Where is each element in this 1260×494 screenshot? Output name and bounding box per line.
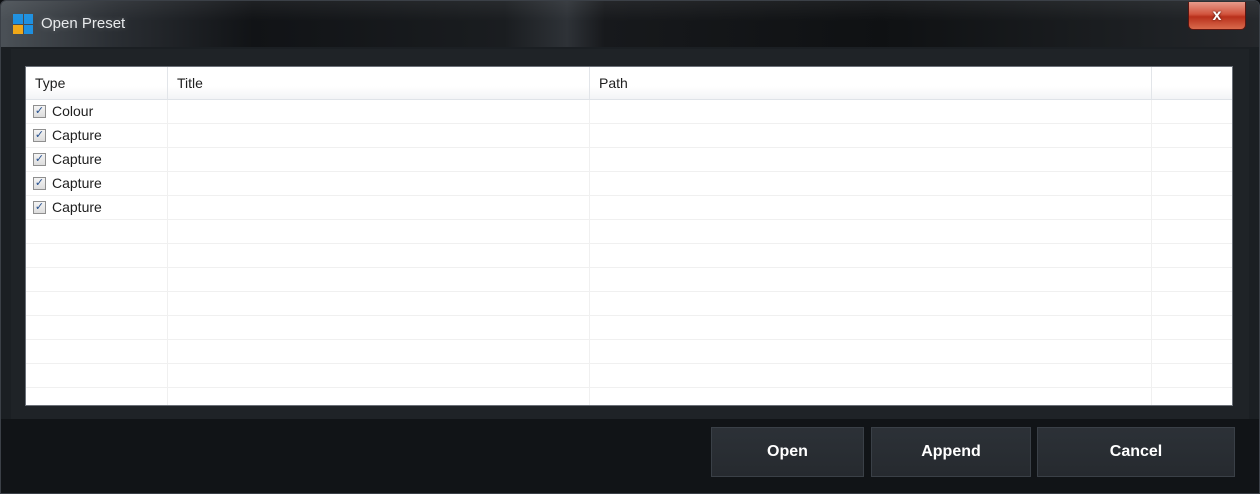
column-header-path[interactable]: Path (590, 67, 1152, 99)
title-bar[interactable]: Open Preset (1, 1, 1259, 47)
close-button[interactable]: x (1188, 2, 1246, 30)
row-checkbox[interactable]: ✓ (33, 105, 46, 118)
empty-cell (168, 220, 590, 244)
empty-cell (1152, 220, 1232, 244)
empty-cell (1152, 388, 1232, 405)
list-rows: ✓ Colour ✓ Capture ✓ Capture ✓ Capture ✓ Capture (26, 100, 1232, 405)
empty-cell (26, 220, 168, 244)
path-cell (590, 148, 1152, 172)
icon-tile (13, 24, 23, 34)
row-checkbox[interactable]: ✓ (33, 177, 46, 190)
empty-cell (1152, 124, 1232, 148)
empty-cell (1152, 268, 1232, 292)
empty-cell (590, 388, 1152, 405)
title-cell (168, 196, 590, 220)
empty-row (26, 364, 1232, 388)
column-header-extra[interactable] (1152, 67, 1232, 99)
empty-cell (168, 268, 590, 292)
empty-row (26, 244, 1232, 268)
empty-cell (26, 268, 168, 292)
preset-list[interactable]: Type Title Path ✓ Colour ✓ Capture ✓ Capture ✓… (25, 66, 1233, 406)
icon-tile (23, 14, 33, 24)
type-cell: ✓ Capture (26, 124, 168, 148)
empty-cell (590, 292, 1152, 316)
empty-cell (26, 388, 168, 405)
type-label: Colour (52, 103, 94, 119)
icon-tile (23, 24, 33, 34)
empty-cell (26, 292, 168, 316)
empty-cell (26, 340, 168, 364)
empty-cell (168, 292, 590, 316)
append-button[interactable]: Append (871, 427, 1031, 477)
row-checkbox[interactable]: ✓ (33, 129, 46, 142)
empty-cell (168, 388, 590, 405)
cancel-button[interactable]: Cancel (1037, 427, 1235, 477)
table-row[interactable]: ✓ Capture (26, 196, 1232, 220)
empty-row (26, 292, 1232, 316)
empty-cell (590, 316, 1152, 340)
column-header-title[interactable]: Title (168, 67, 590, 99)
table-row[interactable]: ✓ Capture (26, 172, 1232, 196)
type-label: Capture (52, 199, 102, 215)
title-cell (168, 172, 590, 196)
list-header: Type Title Path (26, 67, 1232, 100)
table-row[interactable]: ✓ Capture (26, 148, 1232, 172)
empty-cell (590, 268, 1152, 292)
icon-tile (13, 14, 23, 24)
empty-cell (1152, 340, 1232, 364)
type-cell: ✓ Capture (26, 172, 168, 196)
column-header-type[interactable]: Type (26, 67, 168, 99)
type-label: Capture (52, 151, 102, 167)
empty-cell (1152, 292, 1232, 316)
type-cell: ✓ Colour (26, 100, 168, 124)
empty-cell (1152, 148, 1232, 172)
open-button[interactable]: Open (711, 427, 864, 477)
table-row[interactable]: ✓ Colour (26, 100, 1232, 124)
empty-row (26, 388, 1232, 405)
row-checkbox[interactable]: ✓ (33, 153, 46, 166)
empty-cell (1152, 100, 1232, 124)
table-row[interactable]: ✓ Capture (26, 124, 1232, 148)
empty-cell (26, 244, 168, 268)
type-label: Capture (52, 127, 102, 143)
empty-cell (26, 316, 168, 340)
app-grid-icon (13, 14, 33, 34)
empty-cell (168, 340, 590, 364)
title-cell (168, 100, 590, 124)
title-cell (168, 124, 590, 148)
empty-cell (1152, 316, 1232, 340)
path-cell (590, 100, 1152, 124)
empty-cell (590, 340, 1152, 364)
empty-cell (1152, 364, 1232, 388)
type-cell: ✓ Capture (26, 148, 168, 172)
row-checkbox[interactable]: ✓ (33, 201, 46, 214)
close-icon: x (1212, 6, 1222, 24)
type-label: Capture (52, 175, 102, 191)
empty-cell (590, 244, 1152, 268)
title-cell (168, 148, 590, 172)
empty-cell (1152, 196, 1232, 220)
empty-cell (590, 364, 1152, 388)
empty-row (26, 268, 1232, 292)
empty-cell (168, 316, 590, 340)
empty-cell (1152, 244, 1232, 268)
path-cell (590, 124, 1152, 148)
empty-cell (168, 364, 590, 388)
empty-row (26, 220, 1232, 244)
empty-cell (168, 244, 590, 268)
empty-cell (1152, 172, 1232, 196)
path-cell (590, 196, 1152, 220)
empty-row (26, 340, 1232, 364)
window-title: Open Preset (41, 15, 126, 32)
empty-cell (26, 364, 168, 388)
path-cell (590, 172, 1152, 196)
type-cell: ✓ Capture (26, 196, 168, 220)
empty-row (26, 316, 1232, 340)
empty-cell (590, 220, 1152, 244)
